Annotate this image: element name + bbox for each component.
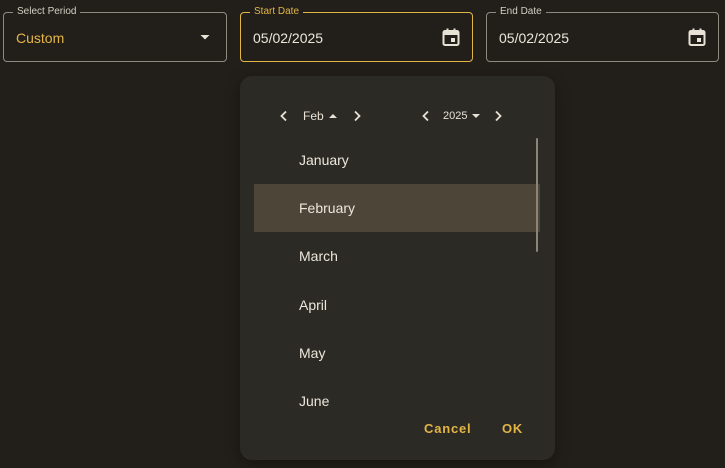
ok-button[interactable]: OK [502,421,523,436]
cancel-button[interactable]: Cancel [424,421,471,436]
month-item-february[interactable]: February [254,184,540,232]
arrow-drop-down-icon [472,114,481,118]
calendar-icon[interactable] [440,26,462,48]
month-list-scrollbar[interactable] [536,138,538,252]
end-date-field[interactable]: End Date 05/02/2025 [486,6,719,62]
arrow-drop-up-icon [328,114,337,118]
year-navigation: 2025 [415,104,509,128]
year-selector[interactable]: 2025 [443,110,481,122]
current-year-label: 2025 [443,110,468,122]
month-picker-dialog: Feb 2025 January February March April Ma… [240,76,555,460]
next-year-button[interactable] [487,105,509,127]
previous-year-button[interactable] [415,105,437,127]
month-item-may[interactable]: May [254,329,540,377]
select-period-label: Select Period [13,6,81,18]
select-period-value: Custom [16,30,65,46]
start-date-field[interactable]: Start Date 05/02/2025 [240,6,473,62]
month-navigation: Feb [273,104,368,128]
calendar-icon[interactable] [686,26,708,48]
start-date-value: 05/02/2025 [253,30,324,46]
previous-month-button[interactable] [273,105,295,127]
month-item-january[interactable]: January [254,136,540,184]
month-item-march[interactable]: March [254,232,540,280]
month-selector[interactable]: Feb [303,109,338,123]
next-month-button[interactable] [346,105,368,127]
month-item-june[interactable]: June [254,377,540,425]
select-period-dropdown[interactable]: Select Period Custom [3,6,227,62]
month-list[interactable]: January February March April May June [254,136,540,426]
month-item-april[interactable]: April [254,281,540,329]
current-month-label: Feb [303,109,324,123]
start-date-label: Start Date [250,6,304,18]
end-date-value: 05/02/2025 [499,30,570,46]
end-date-label: End Date [496,6,546,18]
arrow-drop-down-icon[interactable] [194,26,216,48]
